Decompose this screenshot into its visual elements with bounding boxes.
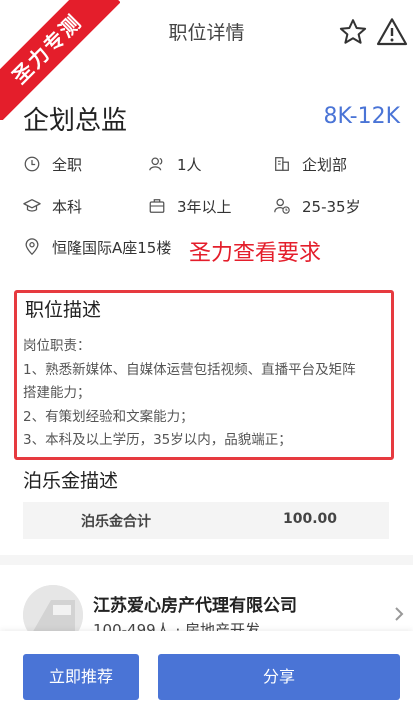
bonus-label: 泊乐金合计 bbox=[81, 514, 151, 530]
description-line: 2、有策划经验和文案能力； bbox=[23, 408, 194, 425]
bonus-value: 100.00 bbox=[283, 511, 338, 527]
headcount-text: 1人 bbox=[177, 155, 202, 174]
clock-icon bbox=[24, 156, 40, 172]
info-department: 企划部 bbox=[273, 153, 347, 175]
briefcase-icon bbox=[149, 199, 165, 213]
section-divider bbox=[0, 555, 413, 565]
bonus-table-row: 泊乐金合计 100.00 bbox=[23, 502, 389, 539]
info-headcount: 1人 bbox=[148, 153, 202, 175]
report-warning-icon[interactable] bbox=[376, 16, 408, 48]
job-type-text: 全职 bbox=[52, 155, 83, 174]
info-job-type: 全职 bbox=[23, 153, 82, 175]
info-location[interactable]: 恒隆国际A座15楼 bbox=[23, 236, 171, 258]
job-description-box: 职位描述 岗位职责： 1、熟悉新媒体、自媒体运营包括视频、直播平台及矩阵 搭建能… bbox=[14, 290, 394, 460]
education-text: 本科 bbox=[52, 197, 83, 216]
view-requirements-note: 圣力查看要求 bbox=[189, 241, 322, 266]
salary: 8K-12K bbox=[323, 104, 400, 129]
location-pin-icon bbox=[25, 238, 39, 256]
person-clock-icon bbox=[274, 198, 290, 214]
department-text: 企划部 bbox=[302, 155, 348, 174]
location-text: 恒隆国际A座15楼 bbox=[52, 238, 172, 257]
description-line: 3、本科及以上学历，35岁以内，品貌端正； bbox=[23, 432, 292, 448]
ribbon-text: 圣力专测 bbox=[0, 0, 120, 120]
bonus-heading: 泊乐金描述 bbox=[23, 470, 119, 492]
age-text: 25-35岁 bbox=[302, 197, 361, 216]
description-line: 搭建能力； bbox=[23, 385, 91, 401]
bottom-action-bar: 立即推荐 分享 bbox=[0, 631, 413, 712]
favorite-star-icon[interactable] bbox=[338, 17, 368, 47]
info-education: 本科 bbox=[23, 195, 82, 217]
people-icon bbox=[149, 157, 163, 171]
share-button[interactable]: 分享 bbox=[158, 654, 400, 700]
chevron-right-icon[interactable] bbox=[392, 605, 406, 623]
corner-ribbon: 圣力专测 bbox=[0, 0, 120, 120]
description-body: 岗位职责： 1、熟悉新媒体、自媒体运营包括视频、直播平台及矩阵 搭建能力； 2、… bbox=[23, 335, 387, 453]
graduation-cap-icon bbox=[23, 199, 41, 212]
experience-text: 3年以上 bbox=[177, 197, 232, 216]
description-line: 岗位职责： bbox=[23, 338, 91, 354]
info-age: 25-35岁 bbox=[273, 195, 361, 217]
description-heading: 职位描述 bbox=[25, 299, 102, 321]
company-name[interactable]: 江苏爱心房产代理有限公司 bbox=[93, 591, 297, 616]
building-icon bbox=[275, 157, 289, 171]
description-line: 1、熟悉新媒体、自媒体运营包括视频、直播平台及矩阵 bbox=[23, 361, 356, 378]
info-experience: 3年以上 bbox=[148, 195, 232, 217]
recommend-button[interactable]: 立即推荐 bbox=[23, 654, 139, 700]
